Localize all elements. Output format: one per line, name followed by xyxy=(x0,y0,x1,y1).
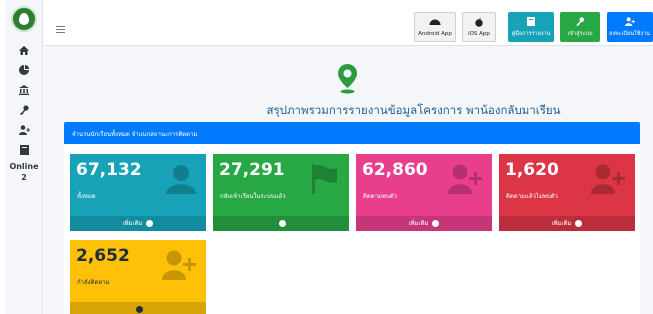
key-icon[interactable] xyxy=(5,102,43,118)
more-info-label: เพิ่มเติม xyxy=(122,220,143,227)
stat-box-returned: 27,291 กลับเข้าเรียนในระบบแล้ว xyxy=(213,154,349,231)
book-icon[interactable] xyxy=(5,142,43,158)
stats-card-body: 67,132 ทั้งหมด เพิ่มเติม 27,291 กลับเข้า… xyxy=(64,144,640,314)
book-icon xyxy=(527,17,535,28)
stat-box-found: 62,860 ติดตามพบตัว เพิ่มเติม xyxy=(356,154,492,231)
stat-value: 27,291 xyxy=(219,160,285,180)
apple-icon xyxy=(475,18,483,29)
ios-app-button[interactable]: iOS App xyxy=(462,12,496,42)
logo[interactable] xyxy=(11,6,37,32)
pie-chart-icon[interactable] xyxy=(5,62,43,78)
arrow-circle-right-icon xyxy=(146,220,154,227)
more-info-link[interactable]: เพิ่มเติม xyxy=(499,216,635,231)
institution-icon[interactable] xyxy=(5,82,43,98)
more-info-label: เพิ่มเติม xyxy=(408,220,429,227)
more-info-link[interactable] xyxy=(213,216,349,231)
login-label: เข้าสู่ระบบ xyxy=(567,31,593,37)
main-content: สรุปภาพรวมการรายงานข้อมูลโครงการ พาน้องก… xyxy=(44,46,653,314)
online-label: Online xyxy=(9,162,39,171)
card-header: จำนวนนักเรียนทั้งหมด จำแนกสถานะการติดตาม xyxy=(64,122,640,144)
user-plus-icon xyxy=(591,164,625,198)
stat-label: กำลังติดตาม xyxy=(77,279,110,286)
android-app-button[interactable]: Android App xyxy=(414,12,456,42)
more-info-link[interactable] xyxy=(70,302,206,314)
user-icon xyxy=(166,164,196,198)
flag-icon xyxy=(309,164,339,198)
more-info-label: เพิ่มเติม xyxy=(551,220,572,227)
stat-value: 67,132 xyxy=(76,160,142,180)
more-info-link[interactable]: เพิ่มเติม xyxy=(70,216,206,231)
stat-label: ติดตามพบตัว xyxy=(363,193,398,200)
user-plus-icon xyxy=(448,164,482,198)
stat-label: ทั้งหมด xyxy=(77,193,96,200)
login-button[interactable]: เข้าสู่ระบบ xyxy=(560,12,600,42)
stat-box-total: 67,132 ทั้งหมด เพิ่มเติม xyxy=(70,154,206,231)
stat-box-tracking: 2,652 กำลังติดตาม xyxy=(70,240,206,314)
ios-app-label: iOS App xyxy=(468,31,490,37)
report-manual-label: คู่มือการรายงาน xyxy=(511,31,551,37)
user-plus-icon xyxy=(162,250,196,284)
report-manual-button[interactable]: คู่มือการรายงาน xyxy=(508,12,554,42)
hamburger-menu-icon[interactable] xyxy=(56,26,65,33)
arrow-circle-right-icon xyxy=(278,220,286,227)
arrow-circle-right-icon xyxy=(432,220,440,227)
stat-value: 62,860 xyxy=(362,160,428,180)
register-label: ลงทะเบียนใช้งาน xyxy=(609,31,650,37)
stat-label: ติดตามแล้วไม่พบตัว xyxy=(506,193,558,200)
register-button[interactable]: ลงทะเบียนใช้งาน xyxy=(607,12,653,42)
top-navbar: Android App iOS App คู่มือการรายงาน เข้า… xyxy=(44,0,653,46)
stat-box-not-found: 1,620 ติดตามแล้วไม่พบตัว เพิ่มเติม xyxy=(499,154,635,231)
arrow-circle-right-icon xyxy=(575,220,583,227)
android-icon xyxy=(429,18,441,27)
user-plus-icon xyxy=(625,17,636,28)
key-icon xyxy=(576,17,585,28)
android-app-label: Android App xyxy=(418,31,452,37)
stat-value: 1,620 xyxy=(505,160,559,180)
home-icon[interactable] xyxy=(5,42,43,58)
page-title: สรุปภาพรวมการรายงานข้อมูลโครงการ พาน้องก… xyxy=(266,103,561,117)
location-pin-icon xyxy=(338,64,357,98)
stat-value: 2,652 xyxy=(76,246,130,266)
more-info-link[interactable]: เพิ่มเติม xyxy=(356,216,492,231)
user-plus-icon[interactable] xyxy=(5,122,43,138)
online-count: 2 xyxy=(21,173,27,182)
arrow-circle-right-icon xyxy=(135,306,143,313)
sidebar: Online 2 xyxy=(5,0,43,314)
stat-label: กลับเข้าเรียนในระบบแล้ว xyxy=(220,193,286,200)
